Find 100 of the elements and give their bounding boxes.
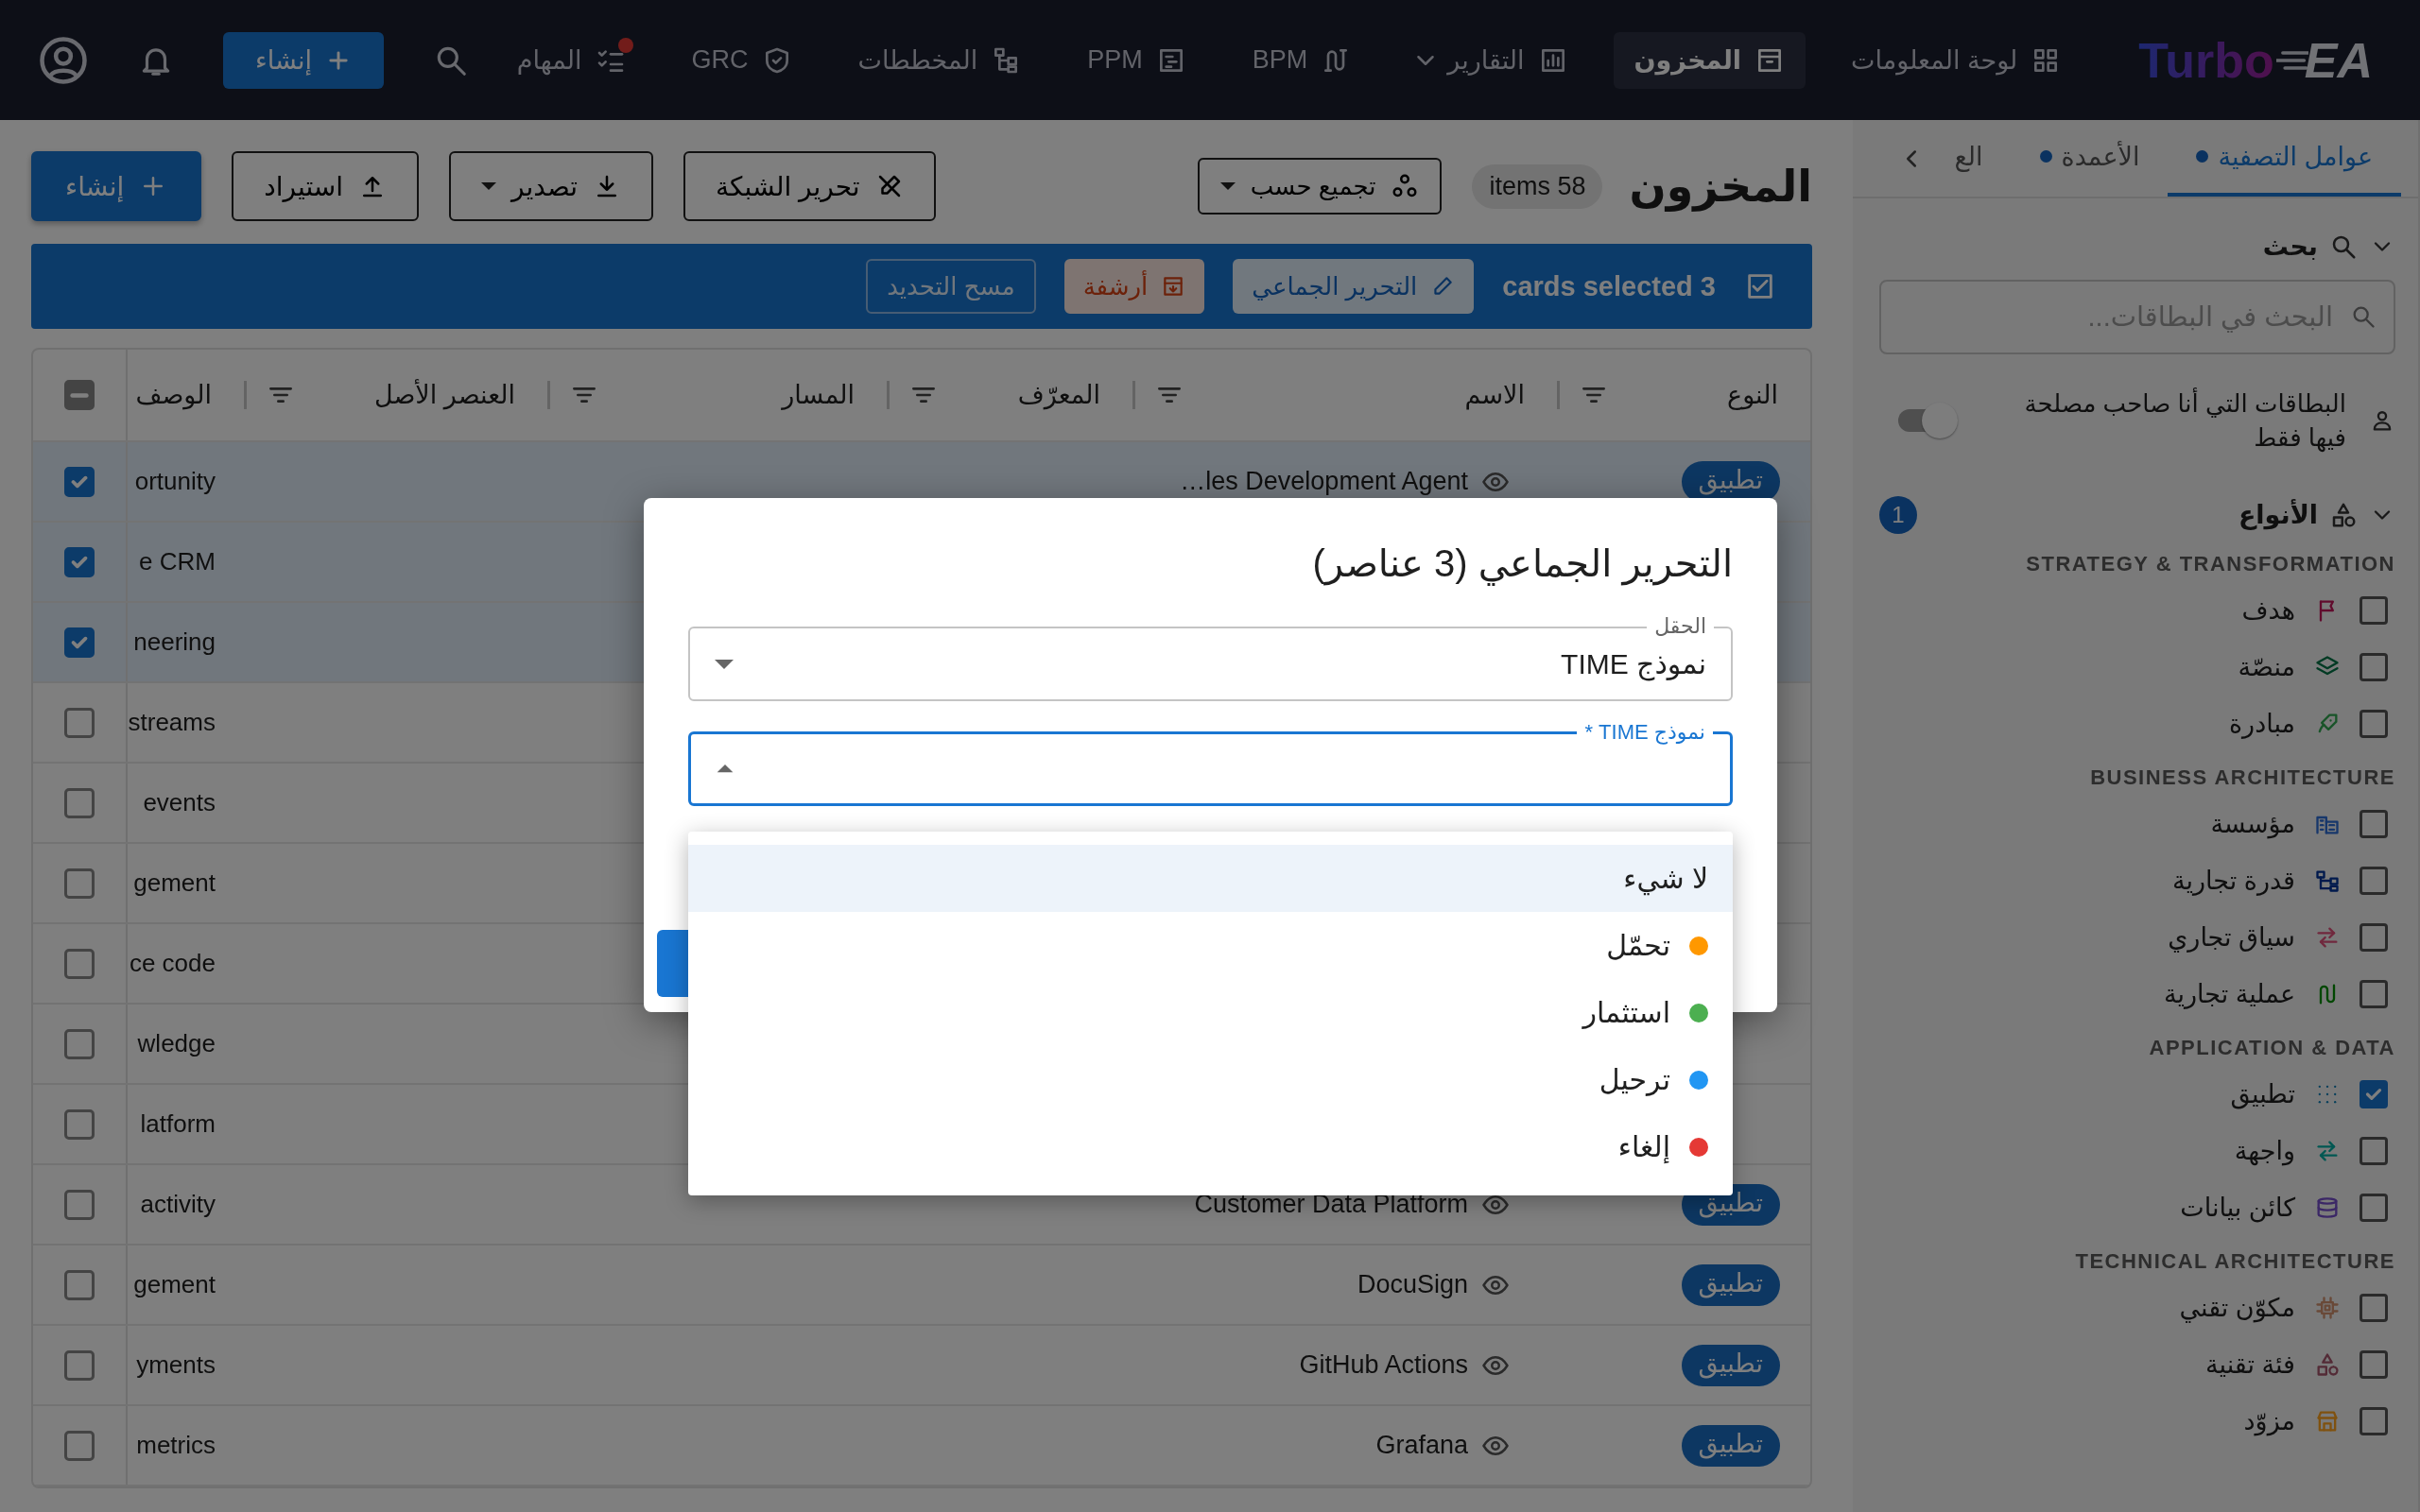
column-header[interactable]: الوصف — [135, 380, 212, 410]
type-label: مؤسسة — [2210, 808, 2295, 839]
column-header[interactable]: المعرّف — [1017, 380, 1100, 410]
row-checkbox[interactable] — [64, 1108, 95, 1140]
checkbox[interactable] — [2360, 1406, 2388, 1435]
menu-option[interactable]: لا شيء — [688, 845, 1733, 912]
type-label: تطبيق — [2230, 1078, 2295, 1109]
type-tag: تطبيق — [1681, 1424, 1780, 1467]
panel-tab[interactable]: عوامل التصفية — [2168, 120, 2401, 197]
type-tag: تطبيق — [1681, 1344, 1780, 1386]
row-checkbox[interactable] — [64, 787, 95, 818]
type-tag: تطبيق — [1681, 1263, 1780, 1306]
description-text: e CRM — [139, 547, 216, 576]
card-name: DocuSign — [1357, 1270, 1468, 1299]
row-checkbox[interactable] — [64, 546, 95, 577]
description-text: yments — [136, 1350, 216, 1380]
checkbox[interactable] — [2360, 866, 2388, 895]
toggle-label: البطاقات التي أنا صاحب مصلحة فيها فقط — [2023, 387, 2346, 455]
type-label: كائن بيانات — [2180, 1192, 2295, 1223]
card-name: …les Development Agent — [1180, 467, 1468, 496]
description-text: ce code — [129, 949, 216, 978]
row-checkbox[interactable] — [64, 466, 95, 497]
nav-item[interactable]: التقارير — [1396, 31, 1589, 89]
description-text: neering — [133, 627, 216, 657]
type-label: منصّة — [2238, 651, 2295, 682]
description-text: activity — [140, 1190, 216, 1219]
row-checkbox[interactable] — [64, 868, 95, 899]
type-label: واجهة — [2234, 1135, 2295, 1166]
checkbox[interactable] — [2360, 979, 2388, 1008]
create-button[interactable]: إنشاء — [223, 31, 385, 89]
group-heading: APPLICATION & DATA — [2148, 1034, 2395, 1061]
import-button[interactable]: استيراد — [232, 151, 420, 221]
type-label: مكوّن تقني — [2179, 1292, 2295, 1323]
checkbox[interactable] — [2360, 1193, 2388, 1222]
selection-count: cards selected 3 — [1502, 270, 1716, 302]
chip-icon — [2314, 1294, 2341, 1321]
page-title: المخزون — [1629, 161, 1812, 212]
column-header[interactable]: المسار — [782, 380, 855, 410]
nav-item[interactable]: BPM — [1231, 31, 1373, 89]
column-header[interactable]: الاسم — [1464, 380, 1525, 410]
create-button[interactable]: إنشاء — [31, 151, 202, 221]
row-checkbox[interactable] — [64, 1028, 95, 1059]
description-text: events — [143, 788, 216, 817]
type-label: عملية تجارية — [2164, 978, 2295, 1009]
nav-item[interactable]: GRC — [670, 31, 813, 89]
checkbox[interactable] — [2360, 809, 2388, 838]
row-checkbox[interactable] — [64, 1269, 95, 1300]
type-label: سياق تجاري — [2168, 921, 2295, 953]
select-all-checkbox[interactable] — [64, 380, 95, 410]
row-checkbox[interactable] — [64, 948, 95, 979]
group-by-dropdown[interactable]: تجميع حسب — [1197, 158, 1443, 215]
nav-item[interactable]: PPM — [1066, 31, 1207, 89]
checkbox[interactable] — [2360, 1293, 2388, 1322]
type-label: مبادرة — [2228, 708, 2295, 739]
bulk-edit-button[interactable]: التحرير الجماعي — [1233, 259, 1475, 314]
type-label: فئة تقنية — [2205, 1349, 2295, 1380]
card-name: Grafana — [1375, 1431, 1468, 1460]
panel-tab[interactable]: الع — [1926, 120, 2012, 197]
logo-suffix: EA — [2304, 31, 2373, 89]
clear-selection-button[interactable]: مسح التحديد — [866, 259, 1036, 314]
nav-item[interactable]: لوحة المعلومات — [1830, 31, 2083, 89]
nav-item[interactable]: المخزون — [1613, 31, 1806, 89]
grid-edit-button[interactable]: تحرير الشبكة — [683, 151, 936, 221]
nav-item[interactable]: المخططات — [837, 31, 1043, 89]
checkbox[interactable] — [2360, 709, 2388, 738]
row-checkbox[interactable] — [64, 1349, 95, 1381]
menu-option[interactable]: ترحيل — [688, 1046, 1733, 1113]
checkbox[interactable] — [2360, 652, 2388, 681]
type-label: هدف — [2241, 594, 2295, 626]
row-checkbox[interactable] — [64, 1430, 95, 1461]
checkbox[interactable] — [2360, 1349, 2388, 1379]
column-header[interactable]: النوع — [1727, 380, 1778, 410]
section-title: بحث — [2262, 232, 2318, 262]
description-text: ortunity — [134, 467, 216, 496]
caret-icon — [716, 764, 735, 774]
caret-icon — [481, 182, 497, 190]
checkbox[interactable] — [2360, 1079, 2388, 1108]
description-text: streams — [128, 708, 216, 737]
section-title: الأنواع — [2238, 499, 2318, 530]
export-button[interactable]: تصدير — [449, 151, 654, 221]
group-heading: STRATEGY & TRANSFORMATION — [2025, 550, 2395, 577]
description-text: latform — [140, 1109, 216, 1139]
description-text: wledge — [137, 1029, 216, 1058]
avatar-icon[interactable] — [38, 34, 89, 86]
checkbox[interactable] — [2360, 1136, 2388, 1165]
row-checkbox[interactable] — [64, 627, 95, 658]
description-text: metrics — [136, 1431, 216, 1460]
column-header[interactable]: العنصر الأصل — [374, 380, 515, 410]
row-checkbox[interactable] — [64, 707, 95, 738]
menu-option[interactable]: استثمار — [688, 979, 1733, 1046]
caret-icon — [1219, 182, 1236, 190]
archive-button[interactable]: أرشفة — [1063, 259, 1205, 314]
type-label: قدرة تجارية — [2172, 865, 2295, 896]
row-checkbox[interactable] — [64, 1189, 95, 1220]
type-label: مزوّد — [2243, 1405, 2295, 1436]
checkbox[interactable] — [2360, 922, 2388, 952]
panel-tab[interactable]: الأعمدة — [2011, 120, 2169, 197]
menu-option[interactable]: تحمّل — [688, 912, 1733, 979]
checkbox[interactable] — [2360, 595, 2388, 625]
nav-item[interactable]: المهام — [495, 31, 647, 89]
